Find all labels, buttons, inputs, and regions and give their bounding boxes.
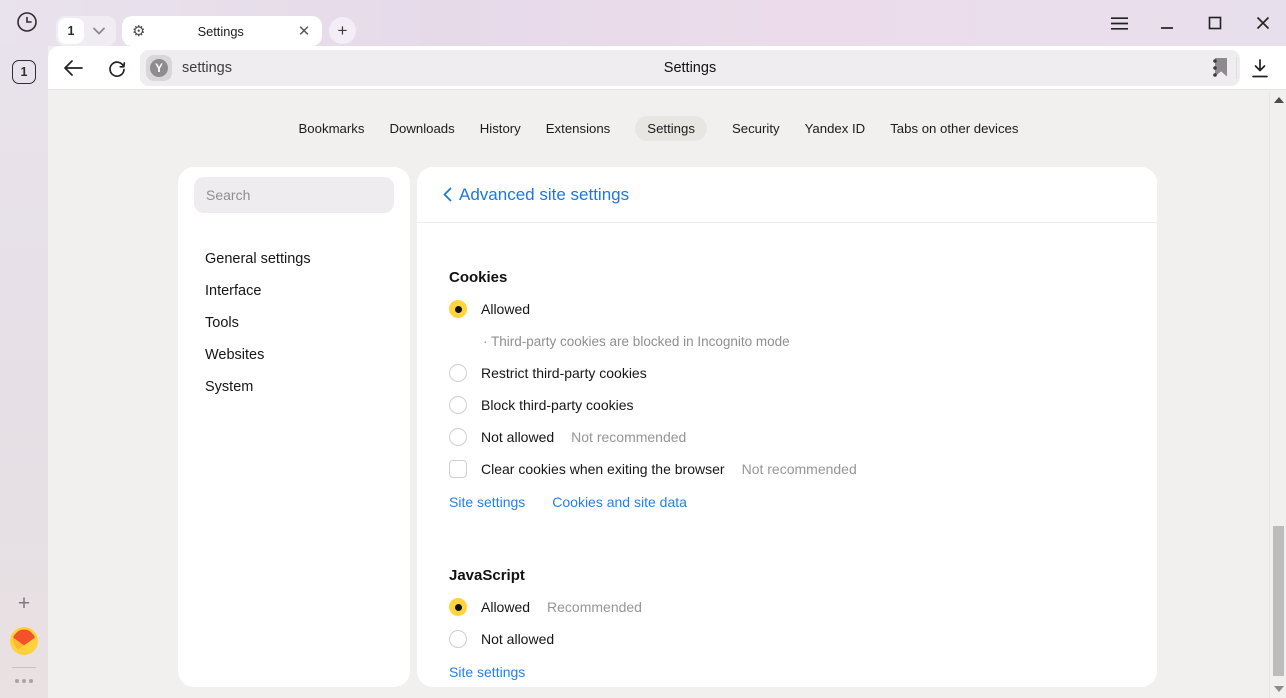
gear-icon: ⚙ bbox=[132, 24, 145, 39]
sidebar-item-general-settings[interactable]: General settings bbox=[178, 243, 410, 275]
cookies-links: Site settings Cookies and site data bbox=[449, 487, 1125, 517]
radio-label: Restrict third-party cookies bbox=[481, 365, 647, 381]
radio-label: Allowed bbox=[481, 599, 530, 615]
checkbox-icon[interactable] bbox=[449, 460, 467, 478]
toolbar-divider bbox=[1236, 57, 1237, 79]
radio-cookies-allowed[interactable]: Allowed bbox=[449, 293, 1125, 325]
radio-icon[interactable] bbox=[449, 364, 467, 382]
sidebar-item-interface[interactable]: Interface bbox=[178, 275, 410, 307]
tab-group: 1 bbox=[56, 16, 116, 46]
history-clock-icon[interactable] bbox=[14, 9, 40, 35]
back-button[interactable] bbox=[59, 54, 87, 82]
address-bar-site: Y settings bbox=[146, 55, 232, 81]
sidebar-item-tools[interactable]: Tools bbox=[178, 307, 410, 339]
chevron-left-icon[interactable] bbox=[437, 185, 457, 205]
radio-javascript-allowed[interactable]: Allowed Recommended bbox=[449, 591, 1125, 623]
radio-label: Block third-party cookies bbox=[481, 397, 634, 413]
radio-javascript-not-allowed[interactable]: Not allowed bbox=[449, 623, 1125, 655]
side-rail: 1 + bbox=[0, 46, 48, 698]
page-scrollbar[interactable] bbox=[1269, 91, 1286, 698]
reload-button[interactable] bbox=[103, 54, 131, 82]
sidebar-item-system[interactable]: System bbox=[178, 371, 410, 403]
checkbox-clear-cookies-on-exit[interactable]: Clear cookies when exiting the browser N… bbox=[449, 453, 1125, 485]
page-title: Settings bbox=[140, 50, 1240, 86]
radio-label: Allowed bbox=[481, 301, 530, 317]
rail-add-icon[interactable]: + bbox=[12, 592, 36, 616]
site-settings-link[interactable]: Site settings bbox=[449, 664, 525, 680]
radio-block-third-party[interactable]: Block third-party cookies bbox=[449, 389, 1125, 421]
settings-page: Bookmarks Downloads History Extensions S… bbox=[48, 91, 1286, 698]
scrollbar-thumb[interactable] bbox=[1273, 526, 1284, 676]
chevron-down-icon[interactable] bbox=[84, 18, 114, 44]
toolbar: Y settings Settings bbox=[48, 46, 1286, 90]
settings-top-nav: Bookmarks Downloads History Extensions S… bbox=[48, 116, 1269, 141]
recommended-hint: Recommended bbox=[547, 599, 642, 615]
not-recommended-hint: Not recommended bbox=[742, 461, 857, 477]
advanced-site-settings-header[interactable]: Advanced site settings bbox=[417, 167, 1157, 223]
browser-window: 1 ⚙ Settings ✕ + 1 + bbox=[0, 0, 1286, 698]
javascript-section-title: JavaScript bbox=[449, 559, 1125, 591]
nav-bookmarks[interactable]: Bookmarks bbox=[299, 116, 365, 141]
address-bar[interactable]: Y settings Settings bbox=[140, 50, 1240, 86]
close-window-button[interactable] bbox=[1254, 14, 1272, 32]
url-text[interactable]: settings bbox=[182, 60, 232, 76]
radio-icon[interactable] bbox=[449, 428, 467, 446]
radio-icon[interactable] bbox=[449, 396, 467, 414]
radio-label: Not allowed bbox=[481, 631, 554, 647]
titlebar: 1 ⚙ Settings ✕ + bbox=[0, 0, 1286, 46]
advanced-site-settings-title[interactable]: Advanced site settings bbox=[459, 185, 629, 205]
nav-downloads[interactable]: Downloads bbox=[389, 116, 454, 141]
window-controls bbox=[1110, 0, 1272, 46]
settings-main-card: Advanced site settings Cookies Allowed ·… bbox=[417, 167, 1157, 687]
minimize-button[interactable] bbox=[1158, 14, 1176, 32]
site-settings-link[interactable]: Site settings bbox=[449, 494, 525, 510]
menu-hamburger-icon[interactable] bbox=[1110, 14, 1128, 32]
nav-extensions[interactable]: Extensions bbox=[546, 116, 611, 141]
scrollbar-down-arrow-icon[interactable] bbox=[1274, 686, 1284, 692]
toolbar-right bbox=[1192, 46, 1286, 90]
yandex-mail-icon[interactable] bbox=[10, 627, 38, 655]
downloads-icon[interactable] bbox=[1243, 53, 1277, 83]
settings-sidebar-card: General settings Interface Tools Website… bbox=[178, 167, 410, 687]
nav-yandex-id[interactable]: Yandex ID bbox=[805, 116, 866, 141]
search-input[interactable] bbox=[194, 187, 394, 203]
radio-cookies-not-allowed[interactable]: Not allowed Not recommended bbox=[449, 421, 1125, 453]
radio-restrict-third-party[interactable]: Restrict third-party cookies bbox=[449, 357, 1125, 389]
cookies-and-site-data-link[interactable]: Cookies and site data bbox=[552, 494, 687, 510]
settings-search[interactable] bbox=[194, 177, 394, 213]
settings-menu: General settings Interface Tools Website… bbox=[178, 243, 410, 403]
workspace-badge[interactable]: 1 bbox=[12, 60, 36, 84]
not-recommended-hint: Not recommended bbox=[571, 429, 686, 445]
radio-selected-icon[interactable] bbox=[449, 598, 467, 616]
maximize-button[interactable] bbox=[1206, 14, 1224, 32]
checkbox-label: Clear cookies when exiting the browser bbox=[481, 461, 725, 477]
nav-security[interactable]: Security bbox=[732, 116, 780, 141]
site-favicon-icon[interactable]: Y bbox=[146, 55, 172, 81]
javascript-links: Site settings bbox=[449, 657, 1125, 687]
main-body: Cookies Allowed · Third-party cookies ar… bbox=[417, 223, 1157, 687]
rail-divider bbox=[12, 667, 36, 668]
radio-selected-icon[interactable] bbox=[449, 300, 467, 318]
kebab-menu-icon[interactable] bbox=[1200, 53, 1230, 83]
sidebar-item-websites[interactable]: Websites bbox=[178, 339, 410, 371]
tab-close-icon[interactable]: ✕ bbox=[296, 22, 312, 40]
tab-title: Settings bbox=[145, 24, 296, 39]
more-options-icon[interactable] bbox=[11, 675, 37, 687]
new-tab-button[interactable]: + bbox=[329, 17, 356, 44]
scrollbar-up-arrow-icon[interactable] bbox=[1274, 97, 1284, 103]
radio-label: Not allowed bbox=[481, 429, 554, 445]
nav-tabs-other-devices[interactable]: Tabs on other devices bbox=[890, 116, 1018, 141]
cookies-section-title: Cookies bbox=[449, 261, 1125, 293]
tab-settings[interactable]: ⚙ Settings ✕ bbox=[122, 16, 322, 46]
tab-group-badge[interactable]: 1 bbox=[58, 18, 84, 44]
browser-body: Y settings Settings Book bbox=[48, 46, 1286, 698]
radio-icon[interactable] bbox=[449, 630, 467, 648]
nav-history[interactable]: History bbox=[480, 116, 521, 141]
nav-settings[interactable]: Settings bbox=[635, 116, 707, 141]
cookies-allowed-note: · Third-party cookies are blocked in Inc… bbox=[449, 325, 1125, 357]
